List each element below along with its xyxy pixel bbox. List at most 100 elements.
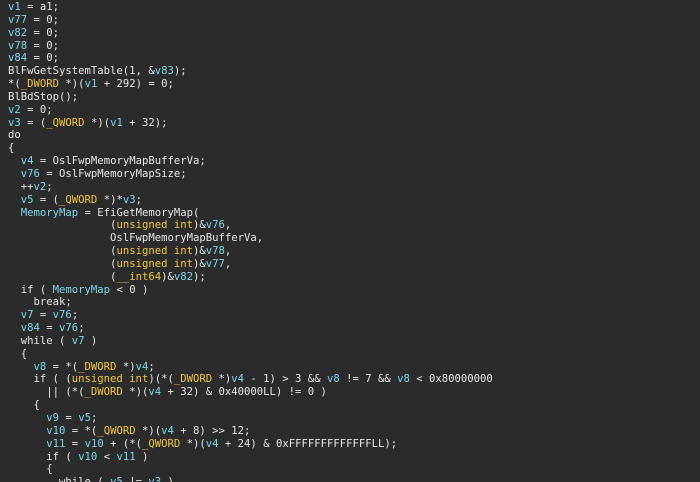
code-variable[interactable]: v77: [8, 14, 27, 26]
code-variable[interactable]: v5: [78, 412, 91, 424]
code-text: ;: [46, 180, 53, 193]
code-variable[interactable]: v11: [116, 451, 135, 463]
code-type-keyword: _DWORD: [20, 78, 60, 91]
code-variable[interactable]: v8: [327, 373, 340, 385]
code-line[interactable]: (unsigned int)&v78,: [8, 245, 493, 258]
code-variable[interactable]: v10: [78, 451, 97, 463]
code-variable[interactable]: v76: [59, 322, 78, 334]
code-variable[interactable]: v4: [161, 425, 174, 437]
code-variable[interactable]: v7: [21, 309, 34, 321]
code-line[interactable]: BlBdStop();: [8, 91, 493, 104]
code-variable[interactable]: v76: [53, 309, 72, 321]
code-line[interactable]: do: [8, 129, 493, 142]
code-variable[interactable]: v5: [110, 476, 123, 482]
code-line[interactable]: if ( (unsigned int)(*(_DWORD *)v4 - 1) >…: [8, 373, 493, 386]
code-variable[interactable]: v4: [21, 155, 34, 167]
code-line[interactable]: ++v2;: [8, 181, 493, 194]
code-variable[interactable]: v4: [148, 386, 161, 398]
code-text: ): [135, 450, 149, 463]
code-text: || (*(: [8, 386, 85, 399]
code-variable[interactable]: v1: [8, 1, 21, 13]
code-text: );: [193, 270, 206, 283]
code-line[interactable]: v82 = 0;: [8, 27, 493, 40]
code-line[interactable]: (unsigned int)&v76,: [8, 219, 493, 232]
code-line[interactable]: if ( v10 < v11 ): [8, 451, 493, 464]
code-line[interactable]: v11 = v10 + (*(_QWORD *)(v4 + 24) & 0xFF…: [8, 438, 493, 451]
code-type-keyword: _QWORD: [46, 116, 85, 129]
code-line[interactable]: (__int64)&v82);: [8, 271, 493, 284]
code-variable[interactable]: v4: [231, 373, 244, 385]
code-line[interactable]: || (*(_DWORD *)(v4 + 32) & 0x40000LL) !=…: [8, 386, 493, 399]
code-variable[interactable]: v8: [397, 373, 410, 385]
code-variable[interactable]: v82: [174, 271, 193, 283]
code-line[interactable]: {: [8, 463, 493, 476]
code-text: = EfiGetMemoryMap(: [78, 206, 200, 219]
code-text: != 7 &&: [339, 373, 398, 386]
code-line[interactable]: v10 = *(_QWORD *)(v4 + 8) >> 12;: [8, 425, 493, 438]
code-variable[interactable]: v10: [85, 438, 104, 450]
code-variable[interactable]: v7: [72, 335, 85, 347]
code-line[interactable]: v78 = 0;: [8, 40, 493, 53]
code-line[interactable]: v8 = *(_DWORD *)v4;: [8, 361, 493, 374]
code-line[interactable]: v1 = a1;: [8, 1, 493, 14]
code-line[interactable]: v84 = 0;: [8, 52, 493, 65]
code-variable[interactable]: v5: [21, 194, 34, 206]
code-text: = 0;: [20, 103, 53, 116]
code-line[interactable]: MemoryMap = EfiGetMemoryMap(: [8, 207, 493, 220]
code-variable[interactable]: v8: [34, 361, 47, 373]
code-variable[interactable]: v2: [8, 104, 21, 116]
code-variable[interactable]: v11: [46, 438, 65, 450]
code-line[interactable]: BlFwGetSystemTable(1, &v83);: [8, 65, 493, 78]
code-line[interactable]: OslFwpMemoryMapBufferVa,: [8, 232, 493, 245]
code-line[interactable]: {: [8, 399, 493, 412]
code-line[interactable]: break;: [8, 296, 493, 309]
code-line[interactable]: v3 = (_QWORD *)(v1 + 32);: [8, 117, 493, 130]
code-line[interactable]: while ( v7 ): [8, 335, 493, 348]
code-text: ++: [8, 180, 34, 193]
code-line[interactable]: v2 = 0;: [8, 104, 493, 117]
code-variable[interactable]: v78: [206, 245, 225, 257]
code-variable[interactable]: v76: [21, 168, 40, 180]
code-variable[interactable]: v10: [46, 425, 65, 437]
code-variable[interactable]: v2: [34, 181, 47, 193]
code-viewer[interactable]: v1 = a1; v77 = 0; v82 = 0; v78 = 0; v84 = 0;…: [0, 0, 700, 482]
code-variable[interactable]: v77: [206, 258, 225, 270]
code-text: );: [173, 65, 187, 78]
code-line[interactable]: {: [8, 142, 493, 155]
code-type-keyword: unsigned int: [116, 245, 193, 258]
code-line[interactable]: (unsigned int)&v77,: [8, 258, 493, 271]
code-variable[interactable]: MemoryMap: [21, 207, 78, 219]
code-variable[interactable]: v1: [110, 117, 123, 129]
code-variable[interactable]: v76: [206, 219, 225, 231]
code-text: {: [8, 463, 53, 476]
code-line[interactable]: v84 = v76;: [8, 322, 493, 335]
code-variable[interactable]: v82: [8, 27, 27, 39]
code-variable[interactable]: v3: [123, 194, 136, 206]
code-line[interactable]: v5 = (_QWORD *)*v3;: [8, 194, 493, 207]
code-line[interactable]: while ( v5 != v3 ): [8, 476, 493, 482]
code-variable[interactable]: v3: [148, 476, 161, 482]
code-variable[interactable]: v9: [46, 412, 59, 424]
code-line[interactable]: v77 = 0;: [8, 14, 493, 27]
code-variable[interactable]: v3: [8, 117, 21, 129]
code-line[interactable]: v4 = OslFwpMemoryMapBufferVa;: [8, 155, 493, 168]
code-variable[interactable]: v83: [155, 65, 174, 77]
code-line[interactable]: {: [8, 348, 493, 361]
code-line[interactable]: if ( MemoryMap < 0 ): [8, 284, 493, 297]
code-variable[interactable]: v84: [8, 52, 27, 64]
code-variable[interactable]: v84: [21, 322, 40, 334]
code-line[interactable]: v76 = OslFwpMemoryMapSize;: [8, 168, 493, 181]
code-variable[interactable]: v4: [136, 361, 149, 373]
code-variable[interactable]: v1: [85, 78, 98, 90]
code-variable[interactable]: v4: [206, 438, 219, 450]
code-line[interactable]: *(_DWORD *)(v1 + 292) = 0;: [8, 78, 493, 91]
code-line[interactable]: v7 = v76;: [8, 309, 493, 322]
code-variable[interactable]: MemoryMap: [53, 284, 110, 296]
code-text: *(: [8, 78, 21, 91]
code-text: ;: [148, 360, 155, 373]
code-line[interactable]: v9 = v5;: [8, 412, 493, 425]
code-variable[interactable]: v78: [8, 40, 27, 52]
